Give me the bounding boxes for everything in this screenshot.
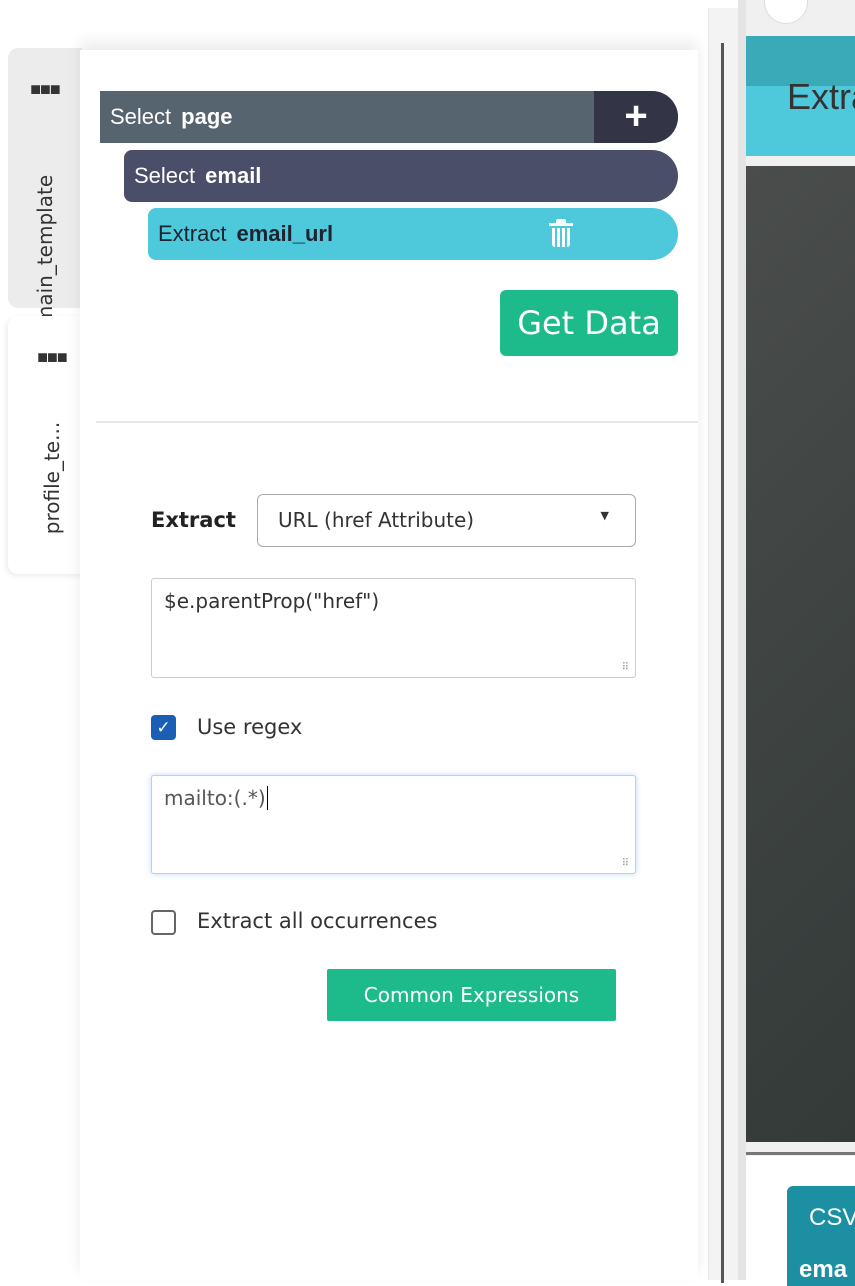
node-action: Select [110, 104, 172, 129]
csv-label: CSV [809, 1204, 855, 1231]
trash-icon[interactable] [548, 219, 574, 249]
tree-node-select-page[interactable]: Select page + [100, 91, 678, 143]
back-icon[interactable] [764, 0, 808, 24]
tree-node-select-email[interactable]: Select email [124, 150, 678, 202]
tab-label: main_template [33, 174, 57, 326]
plus-icon[interactable]: + [594, 91, 678, 143]
caret-down-icon: ▼ [600, 509, 609, 522]
resize-handle-icon[interactable]: ⠿ [622, 858, 629, 869]
regex-textarea[interactable]: mailto:(.*) ⠿ [151, 775, 636, 874]
extract-all-checkbox[interactable] [151, 910, 176, 935]
tab-main-template[interactable]: ■■■ main_template [8, 48, 82, 325]
resize-handle-icon[interactable]: ⠿ [622, 662, 629, 673]
get-data-button[interactable]: Get Data [500, 290, 678, 356]
node-name: email [205, 163, 262, 188]
select-value: URL (href Attribute) [278, 508, 475, 532]
ellipsis-icon[interactable]: ■■■ [8, 80, 82, 98]
extract-all-label: Extract all occurrences [197, 909, 438, 933]
tab-label: profile_te... [40, 421, 64, 535]
use-regex-checkbox[interactable]: ✓ [151, 715, 176, 740]
header-text: Extra [787, 76, 855, 117]
expression-value: $e.parentProp("href") [164, 589, 380, 613]
node-name: page [181, 104, 233, 129]
csv-button[interactable]: CSV ema [787, 1186, 855, 1286]
tree-node-extract-email-url[interactable]: Extract email_url [148, 208, 678, 260]
divider [96, 421, 698, 423]
browser-pane: Extra CSV ema [738, 0, 855, 1286]
extract-type-select[interactable]: URL (href Attribute) ▼ [257, 494, 636, 547]
regex-value: mailto:(.*) [164, 786, 266, 810]
expression-textarea[interactable]: $e.parentProp("href") ⠿ [151, 578, 636, 678]
scrollbar[interactable] [708, 8, 738, 1283]
node-action: Select [134, 163, 196, 188]
node-action: Extract [158, 221, 227, 246]
extract-label: Extract [151, 508, 236, 532]
common-expressions-button[interactable]: Common Expressions [327, 969, 616, 1021]
use-regex-label: Use regex [197, 715, 303, 739]
node-name: email_url [236, 221, 334, 246]
